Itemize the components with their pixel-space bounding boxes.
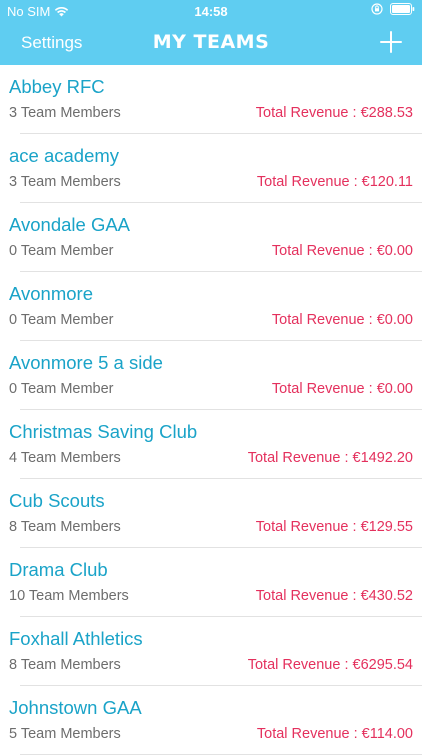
- team-total-revenue: Total Revenue : €0.00: [271, 381, 413, 397]
- status-bar: No SIM 14:58: [0, 0, 422, 22]
- team-members-count: 0 Team Member: [9, 243, 114, 259]
- team-total-revenue: Total Revenue : €0.00: [271, 312, 413, 328]
- team-members-count: 3 Team Members: [9, 105, 121, 121]
- team-row[interactable]: Avondale GAA 0 Team Member Total Revenue :…: [0, 203, 422, 272]
- page-title: MY TEAMS: [152, 31, 270, 53]
- header: No SIM 14:58 Settings MY TEAMS: [0, 0, 422, 65]
- team-list: Abbey RFC 3 Team Members Total Revenue : €…: [0, 65, 422, 755]
- team-row[interactable]: Christmas Saving Club 4 Team Members Total…: [0, 410, 422, 479]
- status-time: 14:58: [194, 4, 228, 19]
- team-members-count: 8 Team Members: [9, 519, 121, 535]
- team-total-revenue: Total Revenue : €1492.20: [247, 450, 413, 466]
- team-name: ace academy: [9, 145, 120, 166]
- team-total-revenue: Total Revenue : €288.53: [255, 105, 413, 121]
- team-name: Avonmore 5 a side: [9, 352, 163, 373]
- team-row[interactable]: Johnstown GAA 5 Team Members Total Revenue…: [0, 686, 422, 755]
- battery-icon: [390, 3, 415, 15]
- team-name: Drama Club: [9, 559, 108, 580]
- team-members-count: 4 Team Members: [9, 450, 121, 466]
- team-row[interactable]: Avonmore 0 Team Member Total Revenue : €0.…: [0, 272, 422, 341]
- team-row[interactable]: Abbey RFC 3 Team Members Total Revenue : €…: [0, 65, 422, 134]
- team-total-revenue: Total Revenue : €430.52: [255, 588, 413, 604]
- team-name: Christmas Saving Club: [9, 421, 198, 442]
- team-name: Foxhall Athletics: [9, 628, 143, 649]
- nav-bar: Settings MY TEAMS: [0, 22, 422, 65]
- team-name: Abbey RFC: [9, 76, 105, 97]
- team-members-count: 0 Team Member: [9, 381, 114, 397]
- team-members-count: 0 Team Member: [9, 312, 114, 328]
- orientation-lock-icon: [371, 3, 383, 15]
- team-total-revenue: Total Revenue : €129.55: [255, 519, 413, 535]
- team-name: Cub Scouts: [9, 490, 105, 511]
- team-name: Avonmore: [9, 283, 93, 304]
- team-name: Johnstown GAA: [9, 697, 142, 718]
- team-total-revenue: Total Revenue : €6295.54: [247, 657, 413, 673]
- team-row[interactable]: ace academy 3 Team Members Total Revenue :…: [0, 134, 422, 203]
- team-row[interactable]: Drama Club 10 Team Members Total Revenue :…: [0, 548, 422, 617]
- team-row[interactable]: Foxhall Athletics 8 Team Members Total Rev…: [0, 617, 422, 686]
- team-row[interactable]: Cub Scouts 8 Team Members Total Revenue : …: [0, 479, 422, 548]
- plus-icon[interactable]: [380, 31, 402, 53]
- team-members-count: 3 Team Members: [9, 174, 121, 190]
- team-row[interactable]: Avonmore 5 a side 0 Team Member Total Reve…: [0, 341, 422, 410]
- team-total-revenue: Total Revenue : €114.00: [256, 726, 413, 742]
- team-members-count: 10 Team Members: [9, 588, 129, 604]
- team-members-count: 5 Team Members: [9, 726, 121, 742]
- team-total-revenue: Total Revenue : €120.11: [256, 174, 413, 190]
- status-right: [371, 3, 415, 15]
- team-members-count: 8 Team Members: [9, 657, 121, 673]
- team-total-revenue: Total Revenue : €0.00: [271, 243, 413, 259]
- team-name: Avondale GAA: [9, 214, 131, 235]
